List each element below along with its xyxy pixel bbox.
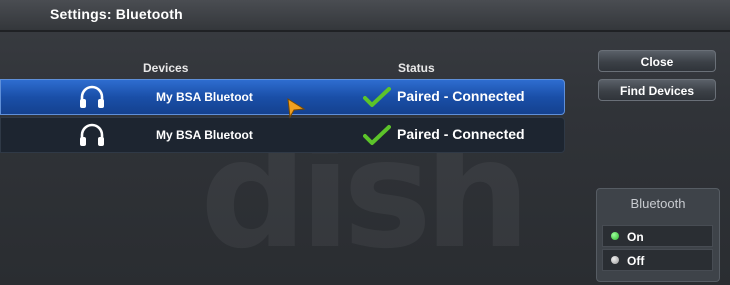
bluetooth-settings-screen: dish Settings: Bluetooth Devices Status … [0,0,730,285]
bluetooth-panel-title: Bluetooth [630,196,686,211]
find-devices-button[interactable]: Find Devices [598,79,716,101]
device-name: My BSA Bluetoot [156,90,253,104]
bluetooth-on-option[interactable]: On [602,225,713,247]
close-button[interactable]: Close [598,50,716,72]
device-name: My BSA Bluetoot [156,128,253,142]
devices-column-header: Devices [143,61,189,75]
device-row[interactable]: My BSA Bluetoot Paired - Connected [0,117,565,153]
headphones-icon [80,85,104,108]
checkmark-icon [363,87,391,107]
page-title: Settings: Bluetooth [50,6,183,22]
bluetooth-toggle-panel: Bluetooth On Off [596,188,720,282]
device-status: Paired - Connected [397,126,525,142]
title-bar: Settings: Bluetooth [0,0,730,32]
off-indicator-icon [611,256,619,264]
bluetooth-off-option[interactable]: Off [602,249,713,271]
checkmark-icon [363,125,391,145]
on-indicator-icon [611,232,619,240]
headphones-icon [80,123,104,146]
bluetooth-on-label: On [627,230,644,244]
device-row-selected[interactable]: My BSA Bluetoot Paired - Connected [0,79,565,115]
status-column-header: Status [398,61,435,75]
device-status: Paired - Connected [397,88,525,104]
bluetooth-off-label: Off [627,254,645,268]
pointer-cursor-icon [287,98,306,119]
